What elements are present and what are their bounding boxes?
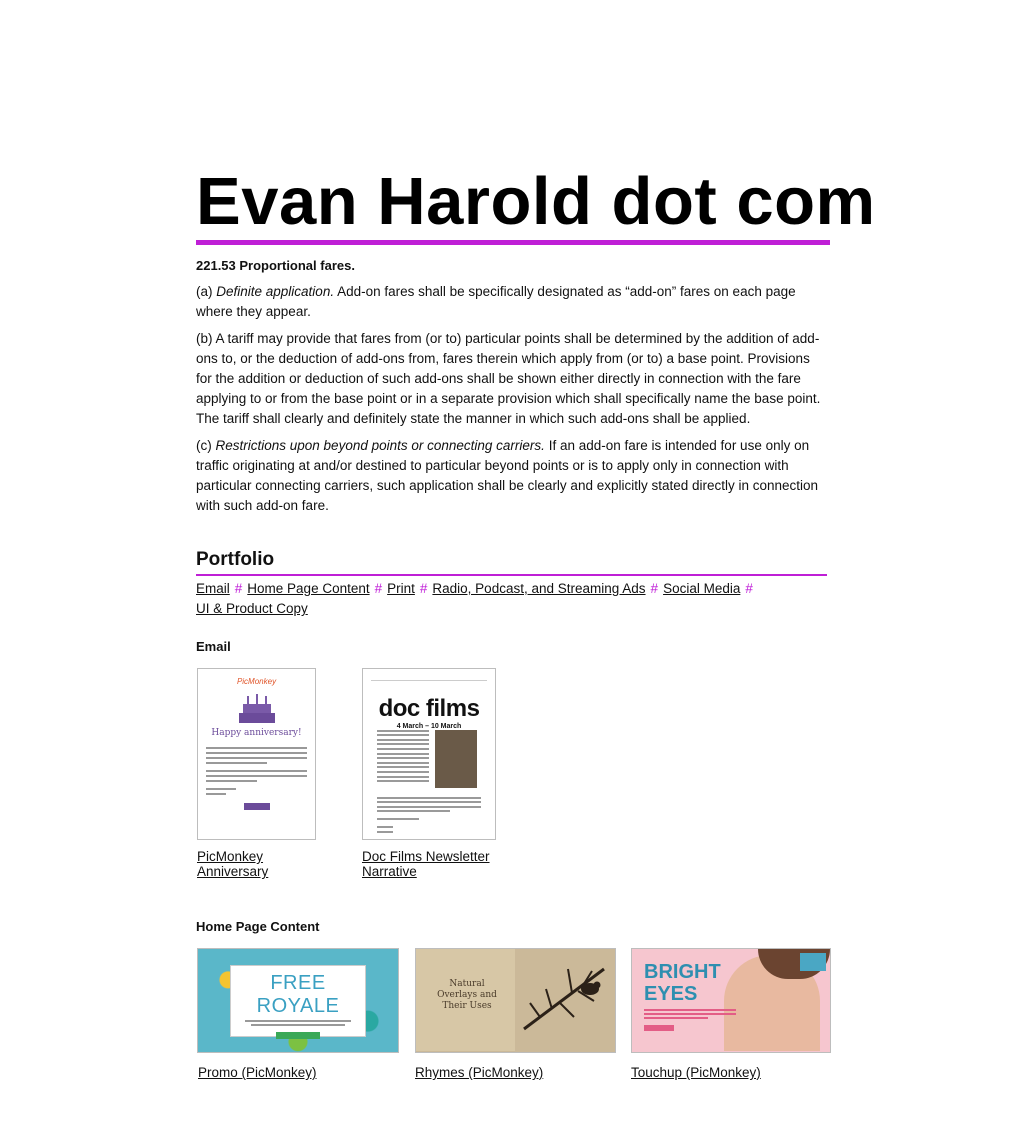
nav-separator: # [419,581,428,596]
celebrate-button [243,803,270,810]
newsletter-text-lines [377,727,429,785]
rhymes-picmonkey-thumbnail[interactable]: Natural Overlays and Their Uses [415,948,616,1053]
para-a-italic: Definite application. [216,284,335,299]
doc-films-title: doc films [378,695,480,722]
doc-films-thumbnail[interactable]: doc films 4 March – 10 March [362,668,496,840]
birthday-cake-icon [238,694,275,723]
site-title: Evan Harold dot com [196,164,876,239]
para-a-prefix: (a) [196,284,217,299]
regulation-heading: 221.53 Proportional fares. [196,258,355,273]
category-link-print[interactable]: Print [387,581,415,596]
nav-separator: # [650,581,659,596]
portfolio-heading: Portfolio [196,548,827,576]
film-still-image [435,730,477,788]
picmonkey-anniversary-thumbnail[interactable]: PicMonkey Happy anniversary! [197,668,316,840]
paragraph-c: (c) Restrictions upon beyond points or c… [196,436,828,516]
category-link-email[interactable]: Email [196,581,230,596]
title-underline [196,240,830,245]
category-link-home-page-content[interactable]: Home Page Content [247,581,369,596]
touchup-subtext-lines [644,1007,736,1031]
picmonkey-logo: PicMonkey [236,677,277,686]
regulation-text: 221.53 Proportional fares. (a) Definite … [196,256,828,523]
nav-separator: # [374,581,383,596]
nav-separator: # [234,581,243,596]
para-c-italic: Restrictions upon beyond points or conne… [215,438,545,453]
paragraph-a: (a) Definite application. Add-on fares s… [196,282,828,322]
caption-touchup[interactable]: Touchup (PicMonkey) [631,1065,761,1080]
free-royale-card: FREE ROYALE [230,965,366,1039]
bright-eyes-headline: BRIGHT EYES [644,961,721,1005]
promo-subtext-lines [231,1020,365,1026]
home-page-section-heading: Home Page Content [196,919,320,934]
start-free-month-button [276,1032,320,1039]
caption-rhymes[interactable]: Rhymes (PicMonkey) [415,1065,543,1080]
newsletter-text-lines [377,794,481,836]
category-link-ui-product-copy[interactable]: UI & Product Copy [196,601,308,616]
touchup-picmonkey-thumbnail[interactable]: BRIGHT EYES [631,948,831,1053]
free-royale-headline: FREE ROYALE [256,972,340,1017]
caption-promo[interactable]: Promo (PicMonkey) [198,1065,317,1080]
promo-picmonkey-thumbnail[interactable]: FREE ROYALE [197,948,399,1053]
caption-picmonkey-anniversary[interactable]: PicMonkey Anniversary [197,849,307,879]
nav-separator: # [745,581,753,596]
para-c-prefix: (c) [196,438,216,453]
email-body-lines [198,738,315,795]
portfolio-category-nav: Email # Home Page Content # Print # Radio, Pod… [196,579,828,619]
category-link-social-media[interactable]: Social Media [663,581,740,596]
paragraph-b: (b) A tariff may provide that fares from… [196,331,821,426]
bird-branch-illustration [523,967,605,1031]
email-section-heading: Email [196,639,231,654]
anniversary-headline: Happy anniversary! [211,728,302,738]
natural-overlays-title: Natural Overlays and Their Uses [437,979,497,1011]
caption-doc-films-newsletter[interactable]: Doc Films Newsletter Narrative [362,849,492,879]
category-link-radio-podcast-streaming[interactable]: Radio, Podcast, and Streaming Ads [432,581,645,596]
offer-badge [800,953,826,971]
